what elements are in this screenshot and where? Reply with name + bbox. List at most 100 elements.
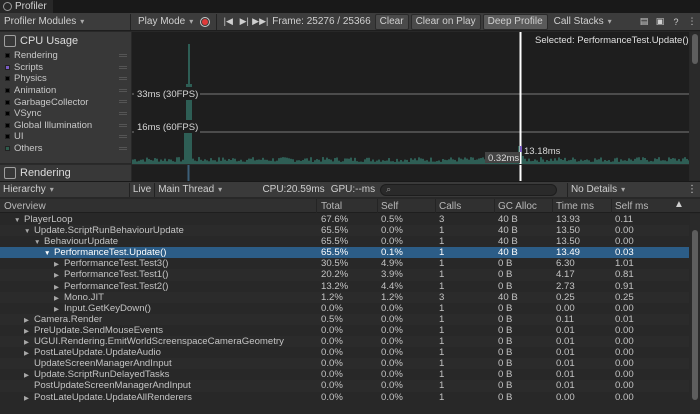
cpu-category-item[interactable]: Others <box>0 143 131 155</box>
category-color-swatch[interactable] <box>5 88 10 94</box>
drag-handle-icon[interactable] <box>119 146 127 150</box>
profiler-tab[interactable]: Profiler <box>0 0 53 13</box>
drag-handle-icon[interactable] <box>119 88 127 92</box>
rendering-module[interactable]: Rendering <box>0 164 131 181</box>
drag-handle-icon[interactable] <box>119 65 127 69</box>
category-color-swatch[interactable] <box>5 134 10 140</box>
row-total: 0.0% <box>321 324 343 336</box>
call-stacks-dropdown[interactable]: Call Stacks <box>550 14 616 30</box>
view-type-dropdown[interactable]: Hierarchy <box>0 183 129 197</box>
drag-handle-icon[interactable] <box>119 135 127 139</box>
hierarchy-scrollbar-thumb[interactable] <box>692 230 698 400</box>
category-color-swatch[interactable] <box>5 146 10 152</box>
col-total[interactable]: Total <box>321 201 342 212</box>
row-total: 65.5% <box>321 225 349 237</box>
table-row[interactable]: ▶ PerformanceTest.Test3() 30.5% 4.9% 1 0 B 6.3… <box>0 258 689 269</box>
table-row[interactable]: UpdateScreenManagerAndInput 0.0% 0.0% 1 0 B 0… <box>0 358 689 370</box>
expand-right-icon[interactable]: ▶ <box>24 393 29 404</box>
cpu-category-item[interactable]: Scripts <box>0 62 131 74</box>
row-self: 0.0% <box>381 358 403 370</box>
row-total: 0.0% <box>321 380 343 392</box>
load-button[interactable]: ▤ <box>636 14 652 30</box>
col-time-ms[interactable]: Time ms <box>556 201 594 212</box>
table-row[interactable]: ▼ Update.ScriptRunBehaviourUpdate 65.5% 0.0… <box>0 225 689 237</box>
table-row[interactable]: ▶ PerformanceTest.Test2() 13.2% 4.4% 1 0 B 2.7… <box>0 281 689 292</box>
drag-handle-icon[interactable] <box>119 77 127 81</box>
save-button[interactable]: ▣ <box>652 14 668 30</box>
row-calls: 1 <box>439 225 445 237</box>
table-row[interactable]: ▶ PostLateUpdate.UpdateAllRenderers 0.0% 0.… <box>0 392 689 403</box>
record-button[interactable] <box>197 14 213 30</box>
live-toggle[interactable]: Live <box>128 182 154 197</box>
table-row[interactable]: ▶ PreUpdate.SendMouseEvents 0.0% 0.0% 1 0 B 0.… <box>0 325 689 336</box>
deep-profile-button[interactable]: Deep Profile <box>482 13 548 30</box>
col-overview[interactable]: Overview <box>4 201 46 212</box>
cpu-category-item[interactable]: Animation <box>0 85 131 97</box>
first-frame-button[interactable]: |◀ <box>220 14 236 30</box>
play-mode-dropdown[interactable]: Play Mode <box>134 14 197 30</box>
profiler-modules-dropdown[interactable]: Profiler Modules <box>0 14 127 30</box>
table-row[interactable]: ▶ PerformanceTest.Test1() 20.2% 3.9% 1 0 B 4.1… <box>0 269 689 281</box>
modules-scrollbar-thumb[interactable] <box>692 34 698 64</box>
search-input[interactable]: ⌕ <box>380 183 558 196</box>
hierarchy-menu-button[interactable]: ⋮ <box>684 183 700 197</box>
sort-ascending-icon[interactable]: ▲ <box>674 199 684 210</box>
rendering-graph[interactable] <box>132 164 689 182</box>
col-gc-alloc[interactable]: GC Alloc <box>498 201 537 212</box>
col-self[interactable]: Self <box>381 201 398 212</box>
cpu-usage-module[interactable]: CPU Usage Rendering Scripts Physics Animati… <box>0 32 131 163</box>
table-row[interactable]: ▶ UGUI.Rendering.EmitWorldScreenspaceCame… <box>0 336 689 348</box>
drag-handle-icon[interactable] <box>119 123 127 127</box>
menu-button[interactable]: ⋮ <box>684 14 700 30</box>
cpu-sample-bar <box>418 157 420 164</box>
row-selfms: 0.81 <box>615 269 634 281</box>
kebab-menu-icon: ⋮ <box>687 184 697 195</box>
category-color-swatch[interactable] <box>5 99 10 105</box>
clear-button[interactable]: Clear <box>374 13 409 30</box>
category-color-swatch[interactable] <box>5 64 10 70</box>
category-label: Rendering <box>14 50 58 62</box>
col-self-ms[interactable]: Self ms <box>615 201 648 212</box>
modules-scrollbar[interactable] <box>690 32 700 180</box>
cpu-sample-bar <box>252 157 254 164</box>
table-row[interactable]: ▶ Camera.Render 0.5% 0.0% 1 0 B 0.11 0.01 <box>0 313 689 325</box>
table-row[interactable]: ▶ Update.ScriptRunDelayedTasks 0.0% 0.0% 1 0 … <box>0 369 689 380</box>
cpu-category-item[interactable]: Global Illumination <box>0 120 131 132</box>
table-row[interactable]: ▼ PlayerLoop 67.6% 0.5% 3 40 B 13.93 0.11 <box>0 214 689 225</box>
next-frame-button[interactable]: ▶| <box>236 14 252 30</box>
table-row-selected[interactable]: ▼ PerformanceTest.Update() 65.5% 0.1% 1 40 B1… <box>0 247 689 259</box>
table-row[interactable]: ▼ BehaviourUpdate 65.5% 0.0% 1 40 B 13.50 0.00 <box>0 236 689 247</box>
thread-dropdown[interactable]: Main Thread <box>154 182 259 197</box>
cpu-category-item[interactable]: VSync <box>0 108 131 120</box>
cpu-category-item[interactable]: Rendering <box>0 50 131 62</box>
clear-on-play-button[interactable]: Clear on Play <box>410 13 481 30</box>
cpu-module-header[interactable]: CPU Usage <box>0 32 131 50</box>
category-color-swatch[interactable] <box>5 111 10 117</box>
table-row[interactable]: PostUpdateScreenManagerAndInput 0.0% 0.0% 1… <box>0 380 689 392</box>
row-total: 0.0% <box>321 336 343 348</box>
table-row[interactable]: ▶ PostLateUpdate.UpdateAudio 0.0% 0.0% 1 0 B0… <box>0 347 689 358</box>
cpu-usage-graph[interactable]: 33ms (30FPS) 16ms (60FPS) Selected: Perf… <box>132 32 689 164</box>
help-button[interactable]: ? <box>668 14 684 30</box>
table-row[interactable]: ▶ Input.GetKeyDown() 0.0% 0.0% 1 0 B 0.00 0.00 <box>0 303 689 314</box>
cpu-category-item[interactable]: GarbageCollector <box>0 96 131 108</box>
cpu-category-item[interactable]: UI <box>0 131 131 143</box>
row-self: 1.2% <box>381 291 403 303</box>
details-dropdown[interactable]: No Details <box>566 182 684 197</box>
cpu-category-item[interactable]: Physics <box>0 73 131 85</box>
category-color-swatch[interactable] <box>5 76 10 82</box>
drag-handle-icon[interactable] <box>119 100 127 104</box>
hierarchy-scrollbar[interactable] <box>690 214 700 414</box>
category-color-swatch[interactable] <box>5 122 10 128</box>
last-frame-button[interactable]: ▶▶| <box>252 14 268 30</box>
row-self: 3.9% <box>381 269 403 281</box>
cpu-sample-bar <box>188 44 190 164</box>
row-total: 0.0% <box>321 391 343 403</box>
row-calls: 1 <box>439 313 445 325</box>
cpu-sample-bar <box>668 157 670 164</box>
category-color-swatch[interactable] <box>5 53 10 59</box>
drag-handle-icon[interactable] <box>119 111 127 115</box>
drag-handle-icon[interactable] <box>119 54 127 57</box>
table-row[interactable]: ▶ Mono.JIT 1.2% 1.2% 3 40 B 0.25 0.25 <box>0 291 689 303</box>
col-calls[interactable]: Calls <box>439 201 461 212</box>
